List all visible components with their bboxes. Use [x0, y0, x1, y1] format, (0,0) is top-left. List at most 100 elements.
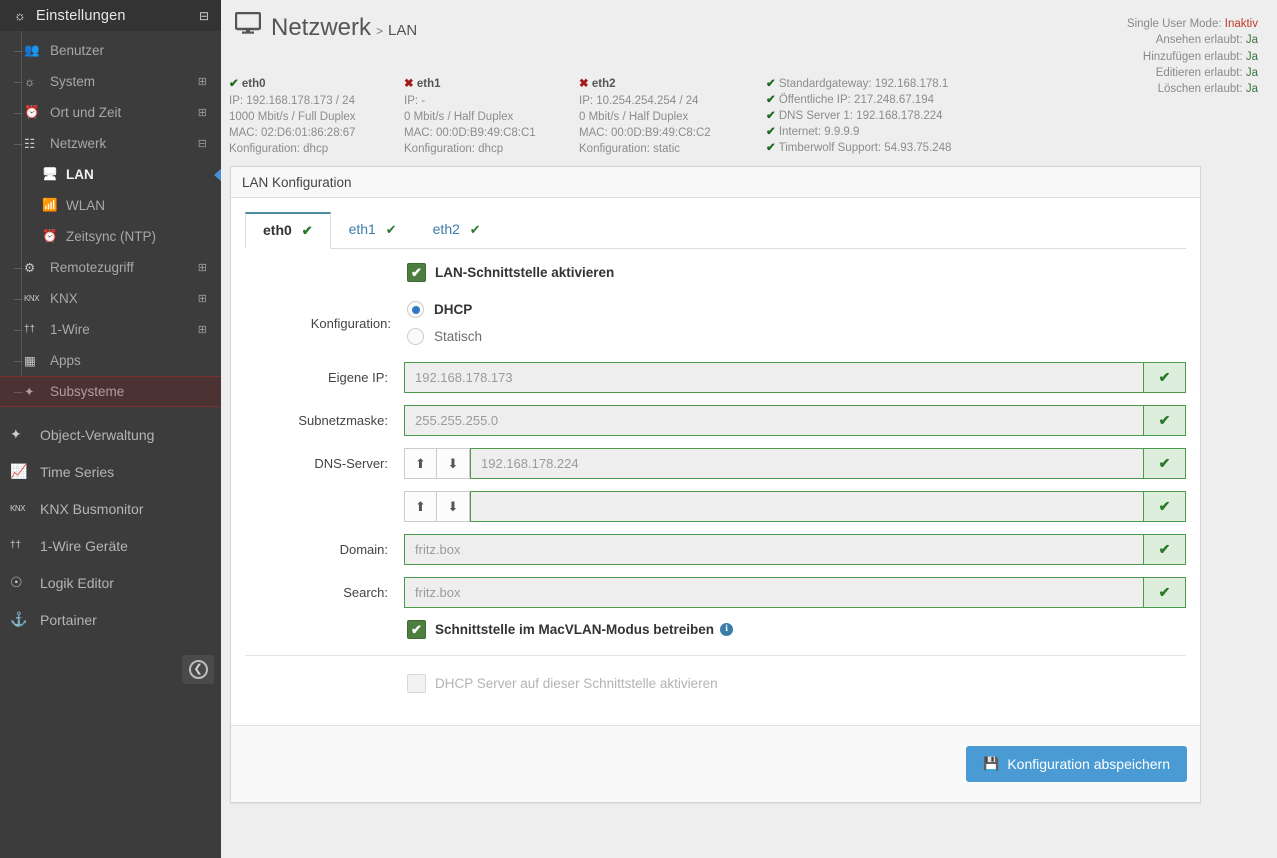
- status-ok-icon: ✔: [766, 126, 776, 138]
- tab-eth2[interactable]: eth2 ✔: [415, 212, 499, 249]
- sidebar-item-apps[interactable]: ─ ▦ Apps: [0, 345, 221, 376]
- user-mode-row: Ansehen erlaubt: Ja: [1127, 32, 1258, 48]
- sidebar-item-system[interactable]: ─ ☼ System ⊞: [0, 66, 221, 97]
- sidebar-item-ort-und-zeit[interactable]: ─ ⏰ Ort und Zeit ⊞: [0, 97, 221, 128]
- expander-icon[interactable]: ⊞: [198, 292, 221, 305]
- sidebar-item-label: System: [50, 74, 96, 89]
- subnetzmaske-input[interactable]: 255.255.255.0: [404, 405, 1144, 436]
- dns-server-2-input[interactable]: [470, 491, 1144, 522]
- radio-option-statisch[interactable]: Statisch: [407, 323, 482, 350]
- sidebar-item-label: Time Series: [40, 463, 115, 480]
- dns-server-1-input[interactable]: 192.168.178.224: [470, 448, 1144, 479]
- domain-input[interactable]: fritz.box: [404, 534, 1144, 565]
- sidebar-item-1-wire-geraete[interactable]: †† 1-Wire Geräte: [0, 527, 221, 564]
- sidebar-item-subsysteme[interactable]: ─ ✦ Subsysteme: [0, 376, 221, 407]
- tree-dash: ─: [14, 291, 23, 306]
- network-status-item: ✔ Timberwolf Support: 54.93.75.248: [764, 140, 951, 156]
- interface-status-eth1: ✖ eth1 IP: - 0 Mbit/s / Half Duplex MAC:…: [404, 76, 579, 157]
- dashboard-icon: ☼: [24, 74, 36, 89]
- interface-status-bar: ✔ eth0 IP: 192.168.178.173 / 24 1000 Mbi…: [221, 68, 1277, 157]
- status-ok-icon: ✔: [766, 78, 776, 90]
- move-up-button[interactable]: ⬆: [404, 448, 437, 479]
- check-icon: ✔: [301, 223, 313, 238]
- enable-interface-checkbox[interactable]: ✔: [407, 263, 426, 282]
- user-mode-value: Ja: [1245, 83, 1258, 96]
- move-down-button[interactable]: ⬇: [437, 491, 470, 522]
- tab-eth1[interactable]: eth1 ✔: [331, 212, 415, 249]
- config-mode-row: Konfiguration: DHCP Statisch: [245, 296, 1186, 350]
- sidebar-item-object-verwaltung[interactable]: ✦ Object-Verwaltung: [0, 416, 221, 453]
- sidebar-item-portainer[interactable]: ⚓ Portainer: [0, 601, 221, 638]
- tree-dash: ─: [14, 74, 23, 89]
- status-ok-icon: ✔: [766, 110, 776, 122]
- field-control: ⬆ ⬇ ✔: [404, 491, 1186, 522]
- field-row-domain: Domain: fritz.box ✔: [245, 534, 1186, 565]
- sidebar-item-benutzer[interactable]: ─ 👥 Benutzer: [0, 35, 221, 66]
- save-configuration-button[interactable]: 💾 Konfiguration abspeichern: [966, 746, 1187, 782]
- knx-icon: KNX: [10, 504, 25, 513]
- dhcp-server-checkbox[interactable]: ✔: [407, 674, 426, 693]
- tab-eth0[interactable]: eth0 ✔: [245, 212, 331, 249]
- move-down-button[interactable]: ⬇: [437, 448, 470, 479]
- sidebar-item-zeitsync[interactable]: ⏰ Zeitsync (NTP): [0, 221, 221, 252]
- expander-icon[interactable]: ⊞: [198, 106, 221, 119]
- radio-statisch[interactable]: [407, 328, 424, 345]
- macvlan-checkbox[interactable]: ✔: [407, 620, 426, 639]
- field-row-dns-server-1: DNS-Server: ⬆ ⬇ 192.168.178.224 ✔: [245, 448, 1186, 479]
- sidebar-item-knx[interactable]: ─ KNX KNX ⊞: [0, 283, 221, 314]
- breadcrumb-separator: >: [376, 24, 384, 38]
- sidebar-item-remotezugriff[interactable]: ─ ⚙ Remotezugriff ⊞: [0, 252, 221, 283]
- valid-check-icon: ✔: [1144, 534, 1186, 565]
- sidebar-item-1-wire[interactable]: ─ †† 1-Wire ⊞: [0, 314, 221, 345]
- sidebar-item-time-series[interactable]: 📈 Time Series: [0, 453, 221, 490]
- interface-name: eth2: [591, 78, 616, 90]
- user-mode-row: Löschen erlaubt: Ja: [1127, 81, 1258, 97]
- knx-icon: KNX: [24, 294, 39, 303]
- field-row-dns-server-2: ⬆ ⬇ ✔: [245, 491, 1186, 522]
- valid-check-icon: ✔: [1144, 448, 1186, 479]
- user-mode-value: Ja: [1245, 66, 1258, 79]
- status-error-icon: ✖: [404, 78, 414, 90]
- tree-dash: ─: [14, 136, 23, 151]
- expander-icon[interactable]: ⊞: [198, 323, 221, 336]
- tree-dash: ─: [14, 384, 23, 399]
- radio-dhcp[interactable]: [407, 301, 424, 318]
- status-ok-icon: ✔: [229, 78, 239, 90]
- network-status-item: ✔ Öffentliche IP: 217.248.67.194: [764, 92, 951, 108]
- collapse-icon[interactable]: ⊟: [199, 9, 209, 23]
- info-icon[interactable]: i: [720, 623, 734, 636]
- sidebar-item-label: Object-Verwaltung: [40, 426, 155, 443]
- tree-dash: ─: [14, 43, 23, 58]
- field-label: Eigene IP:: [328, 370, 388, 385]
- sidebar-header[interactable]: ☼ Einstellungen ⊟: [0, 0, 221, 31]
- search-input[interactable]: fritz.box: [404, 577, 1144, 608]
- sidebar-item-label: Zeitsync (NTP): [66, 229, 157, 244]
- field-control: fritz.box ✔: [404, 577, 1186, 608]
- user-mode-label: Hinzufügen erlaubt:: [1142, 50, 1243, 63]
- eigene-ip-input[interactable]: 192.168.178.173: [404, 362, 1144, 393]
- sidebar-item-knx-busmonitor[interactable]: KNX KNX Busmonitor: [0, 490, 221, 527]
- sidebar-item-label: KNX Busmonitor: [40, 500, 144, 517]
- move-up-button[interactable]: ⬆: [404, 491, 437, 522]
- field-control: fritz.box ✔: [404, 534, 1186, 565]
- tree-dash: ─: [14, 353, 23, 368]
- breadcrumb: LAN: [388, 22, 418, 39]
- wire-icon: ††: [10, 540, 22, 551]
- wire-icon: ††: [24, 324, 36, 335]
- radio-option-dhcp[interactable]: DHCP: [407, 296, 482, 323]
- interface-detail: 1000 Mbit/s / Full Duplex: [229, 111, 356, 123]
- sidebar-item-logik-editor[interactable]: ☉ Logik Editor: [0, 564, 221, 601]
- tab-label: eth1: [348, 221, 376, 237]
- sidebar-item-wlan[interactable]: 📶 WLAN: [0, 190, 221, 221]
- expander-icon[interactable]: ⊞: [198, 75, 221, 88]
- sidebar-tree-top: ─ 👥 Benutzer ─ ☼ System ⊞ ─ ⏰ Ort und Ze…: [0, 31, 222, 407]
- app-root: ☼ Einstellungen ⊟ ─ 👥 Benutzer ─ ☼ Syste…: [0, 0, 1277, 858]
- expander-icon[interactable]: ⊞: [198, 261, 221, 274]
- sidebar-item-netzwerk[interactable]: ─ ☷ Netzwerk ⊟: [0, 128, 221, 159]
- collapse-sidebar-button[interactable]: ❮: [182, 655, 214, 684]
- interface-status-eth0: ✔ eth0 IP: 192.168.178.173 / 24 1000 Mbi…: [229, 76, 404, 157]
- expander-icon[interactable]: ⊟: [198, 137, 221, 150]
- sidebar-item-lan[interactable]: 🖥 LAN: [0, 159, 222, 190]
- user-mode-panel: Single User Mode: Inaktiv Ansehen erlaub…: [1127, 16, 1258, 97]
- interface-detail: IP: -: [404, 95, 426, 107]
